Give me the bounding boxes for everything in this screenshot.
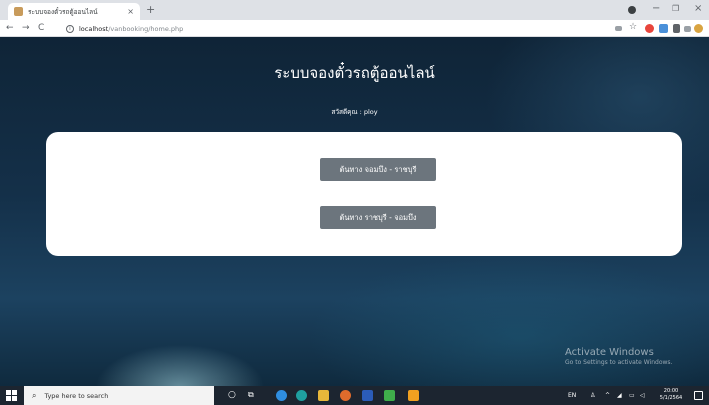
star-icon[interactable]: ☆ <box>629 22 638 32</box>
reading-list-icon[interactable] <box>684 26 691 32</box>
activate-title: Activate Windows <box>565 347 654 358</box>
key-icon[interactable] <box>615 26 622 31</box>
network-icon[interactable]: ◢ <box>617 390 622 401</box>
forward-button[interactable]: → <box>22 22 30 35</box>
profile-icon[interactable] <box>628 6 636 14</box>
people-icon[interactable]: ♙ <box>590 390 595 401</box>
page-title: ระบบจองตั๋วรถตู้ออนไลน์ <box>274 64 435 82</box>
windows-start-icon[interactable] <box>6 390 17 401</box>
line-icon[interactable] <box>384 390 395 401</box>
task-view-icon[interactable]: ⧉ <box>248 389 254 401</box>
search-icon: ⌕ <box>32 390 37 400</box>
search-placeholder: Type here to search <box>44 391 109 400</box>
volume-icon[interactable]: ◁ <box>640 390 645 401</box>
back-button[interactable]: ← <box>6 22 14 35</box>
greeting-text: สวัสดีคุณ : ploy <box>331 108 378 116</box>
reload-button[interactable]: C <box>38 22 44 35</box>
address-bar[interactable]: i localhost /vanbooking/home.php <box>66 22 606 35</box>
browser-toolbar: ← → C i localhost /vanbooking/home.php ☆ <box>0 20 709 37</box>
edge-icon[interactable] <box>276 390 287 401</box>
taskbar-search-box[interactable]: ⌕ Type here to search <box>24 386 214 405</box>
windows-taskbar: ⌕ Type here to search ○ ⧉ EN ♙ ^ ◢ ▭ ◁ 2… <box>0 386 709 405</box>
extension-blue-icon[interactable] <box>659 24 668 33</box>
xampp-icon[interactable] <box>408 390 419 401</box>
extensions-puzzle-icon[interactable] <box>673 24 680 33</box>
show-hidden-icons-chevron-icon[interactable]: ^ <box>605 390 610 401</box>
browser-tab[interactable]: ระบบจองตั๋วรถตู้ออนไลน์ × <box>8 3 140 20</box>
activate-subtitle: Go to Settings to activate Windows. <box>565 359 673 366</box>
url-path: /vanbooking/home.php <box>108 24 184 33</box>
site-favicon-icon <box>14 7 23 16</box>
file-explorer-icon[interactable] <box>318 390 329 401</box>
extension-red-icon[interactable] <box>645 24 654 33</box>
chrome-icon[interactable] <box>340 390 351 401</box>
browser-tab-bar: ระบบจองตั๋วรถตู้ออนไลน์ × + − ❐ × <box>0 0 709 20</box>
maximize-button[interactable]: ❐ <box>672 2 679 16</box>
close-window-button[interactable]: × <box>694 2 702 16</box>
route-button-ratchaburi-chombueng[interactable]: ต้นทาง ราชบุรี - จอมบึง <box>320 206 436 229</box>
clock-time: 20:00 <box>663 388 679 394</box>
url-host: localhost <box>79 24 109 33</box>
tab-title: ระบบจองตั๋วรถตู้ออนไลน์ <box>28 7 98 16</box>
taskbar-clock[interactable]: 20:00 5/1/2564 <box>658 388 684 402</box>
new-tab-button[interactable]: + <box>146 3 155 17</box>
tab-close-icon[interactable]: × <box>127 7 134 16</box>
language-indicator[interactable]: EN <box>568 390 576 401</box>
site-info-icon[interactable]: i <box>66 24 74 33</box>
notification-center-icon[interactable] <box>694 391 703 400</box>
cortana-icon[interactable]: ○ <box>228 389 236 401</box>
clock-date: 5/1/2564 <box>659 395 683 401</box>
page-body: ระบบจองตั๋วรถตู้ออนไลน์ สวัสดีคุณ : ploy… <box>0 37 709 386</box>
edge-new-icon[interactable] <box>296 390 307 401</box>
minimize-button[interactable]: − <box>652 2 660 16</box>
activate-windows-watermark: Activate Windows Go to Settings to activ… <box>565 347 672 366</box>
route-card: ต้นทาง จอมบึง - ราชบุรี ต้นทาง ราชบุรี -… <box>46 132 682 256</box>
battery-icon[interactable]: ▭ <box>629 390 635 401</box>
word-icon[interactable] <box>362 390 373 401</box>
avatar[interactable] <box>694 24 703 33</box>
route-button-chombueng-ratchaburi[interactable]: ต้นทาง จอมบึง - ราชบุรี <box>320 158 436 181</box>
